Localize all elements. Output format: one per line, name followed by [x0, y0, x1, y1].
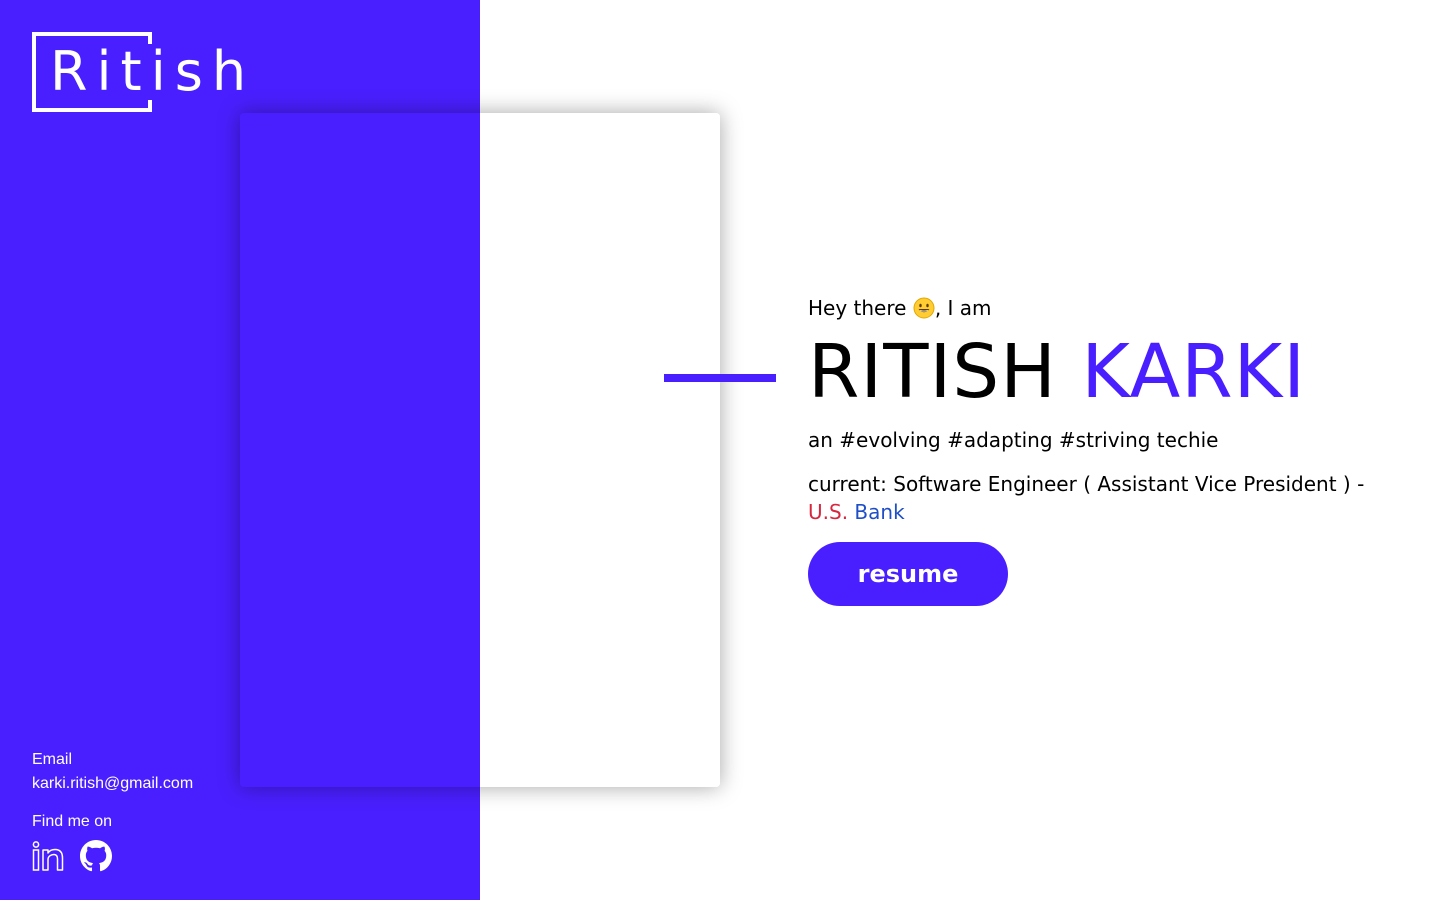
- first-name: RITISH: [808, 329, 1057, 415]
- linkedin-link[interactable]: [32, 840, 64, 872]
- email-link[interactable]: karki.ritish@gmail.com: [32, 770, 193, 798]
- greeting-after: , I am: [934, 296, 992, 320]
- page: Ritish Email karki.ritish@gmail.com Find…: [0, 0, 1440, 900]
- company-link-bank[interactable]: Bank: [854, 500, 904, 524]
- tagline: an #evolving #adapting #striving techie: [808, 428, 1219, 452]
- resume-button[interactable]: resume: [808, 542, 1008, 606]
- company-link-us[interactable]: U.S.: [808, 500, 848, 524]
- photo-card-left-half: [240, 113, 480, 787]
- logo-bracket-top: [148, 32, 152, 44]
- accent-line: [664, 374, 776, 382]
- current-position: current: Software Engineer ( Assistant V…: [808, 470, 1408, 526]
- photo-card: [240, 113, 720, 787]
- github-icon: [80, 840, 112, 872]
- linkedin-icon: [32, 841, 64, 871]
- find-me-label: Find me on: [32, 813, 113, 830]
- logo-link[interactable]: Ritish: [32, 32, 246, 112]
- logo-text: Ritish: [50, 40, 256, 103]
- greeting: Hey there , I am: [808, 290, 1408, 326]
- social-links: [32, 840, 193, 872]
- full-name-heading: RITISH KARKI: [808, 332, 1408, 412]
- contact-section: Email karki.ritish@gmail.com Find me on: [32, 750, 193, 872]
- grinning-face-emoji-icon: [913, 297, 935, 319]
- last-name: KARKI: [1081, 329, 1307, 415]
- current-prefix: current: Software Engineer ( Assistant V…: [808, 472, 1365, 496]
- github-link[interactable]: [80, 840, 112, 872]
- photo-card-right-half: [480, 113, 720, 787]
- logo-bracket-bottom: [148, 100, 152, 112]
- intro-section: Hey there , I am RITISH KARKI an #evolvi…: [808, 290, 1408, 606]
- greeting-before: Hey there: [808, 296, 913, 320]
- email-label: Email: [32, 751, 73, 768]
